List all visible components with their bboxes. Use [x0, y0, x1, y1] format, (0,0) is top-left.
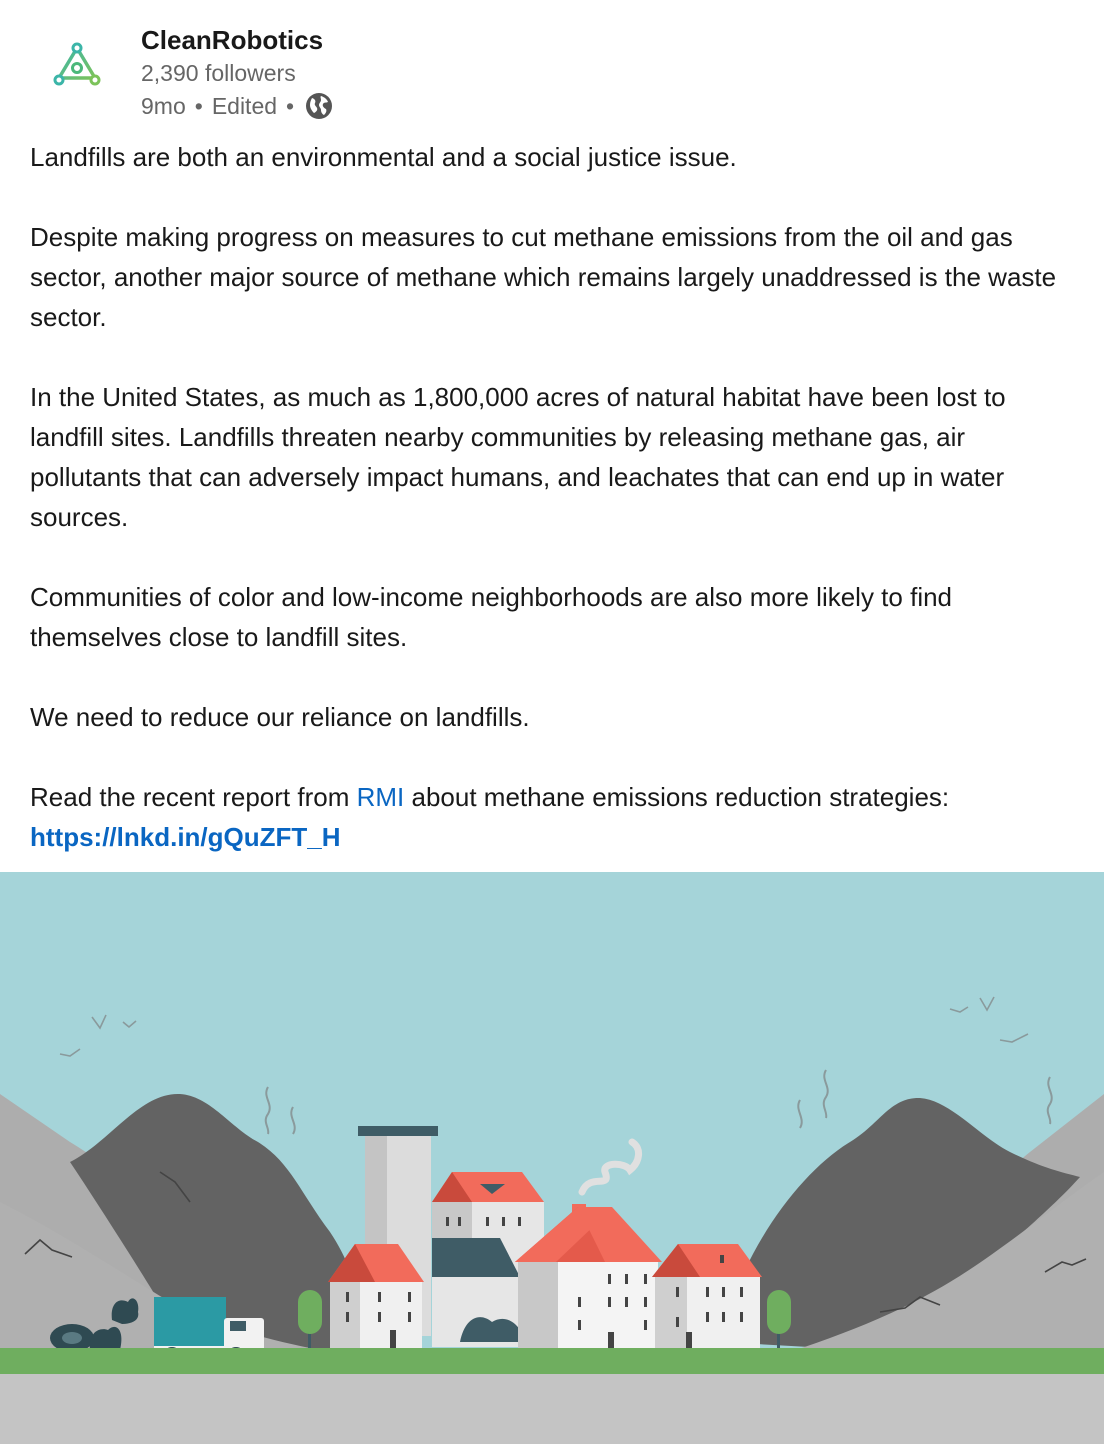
cleanrobotics-logo-icon[interactable]: [50, 40, 104, 94]
post-time: 9mo: [141, 93, 186, 119]
road: [0, 1374, 1104, 1444]
tower-roof: [358, 1126, 438, 1136]
report-url-link[interactable]: https://lnkd.in/gQuZFT_H: [30, 822, 341, 852]
globe-icon: [306, 93, 333, 119]
post-paragraph: Read the recent report from RMI about me…: [30, 777, 1080, 857]
text-segment: about methane emissions reduction strate…: [404, 782, 950, 812]
post-paragraph: We need to reduce our reliance on landfi…: [30, 702, 530, 732]
post-header: CleanRobotics 2,390 followers 9mo • Edit…: [0, 0, 1104, 130]
author-info: CleanRobotics 2,390 followers 9mo • Edit…: [141, 22, 333, 123]
text-segment: Read the recent report from: [30, 782, 357, 812]
post-paragraph: Communities of color and low-income neig…: [30, 582, 953, 652]
post-paragraph: Despite making progress on measures to c…: [30, 222, 1057, 332]
rmi-mention-link[interactable]: RMI: [357, 782, 405, 812]
separator-dot: •: [286, 93, 295, 119]
separator-dot: •: [194, 93, 203, 119]
right-red-house: [652, 1244, 762, 1350]
grass-strip: [0, 1348, 1104, 1374]
post-paragraph: Landfills are both an environmental and …: [30, 142, 737, 172]
post-meta: 9mo • Edited •: [141, 89, 333, 123]
author-name[interactable]: CleanRobotics: [141, 22, 333, 58]
post-paragraph: In the United States, as much as 1,800,0…: [30, 382, 1006, 532]
landfill-illustration[interactable]: [0, 872, 1104, 1444]
post-body: Landfills are both an environmental and …: [30, 137, 1080, 857]
edited-label: Edited: [211, 93, 278, 119]
follower-count: 2,390 followers: [141, 60, 296, 86]
